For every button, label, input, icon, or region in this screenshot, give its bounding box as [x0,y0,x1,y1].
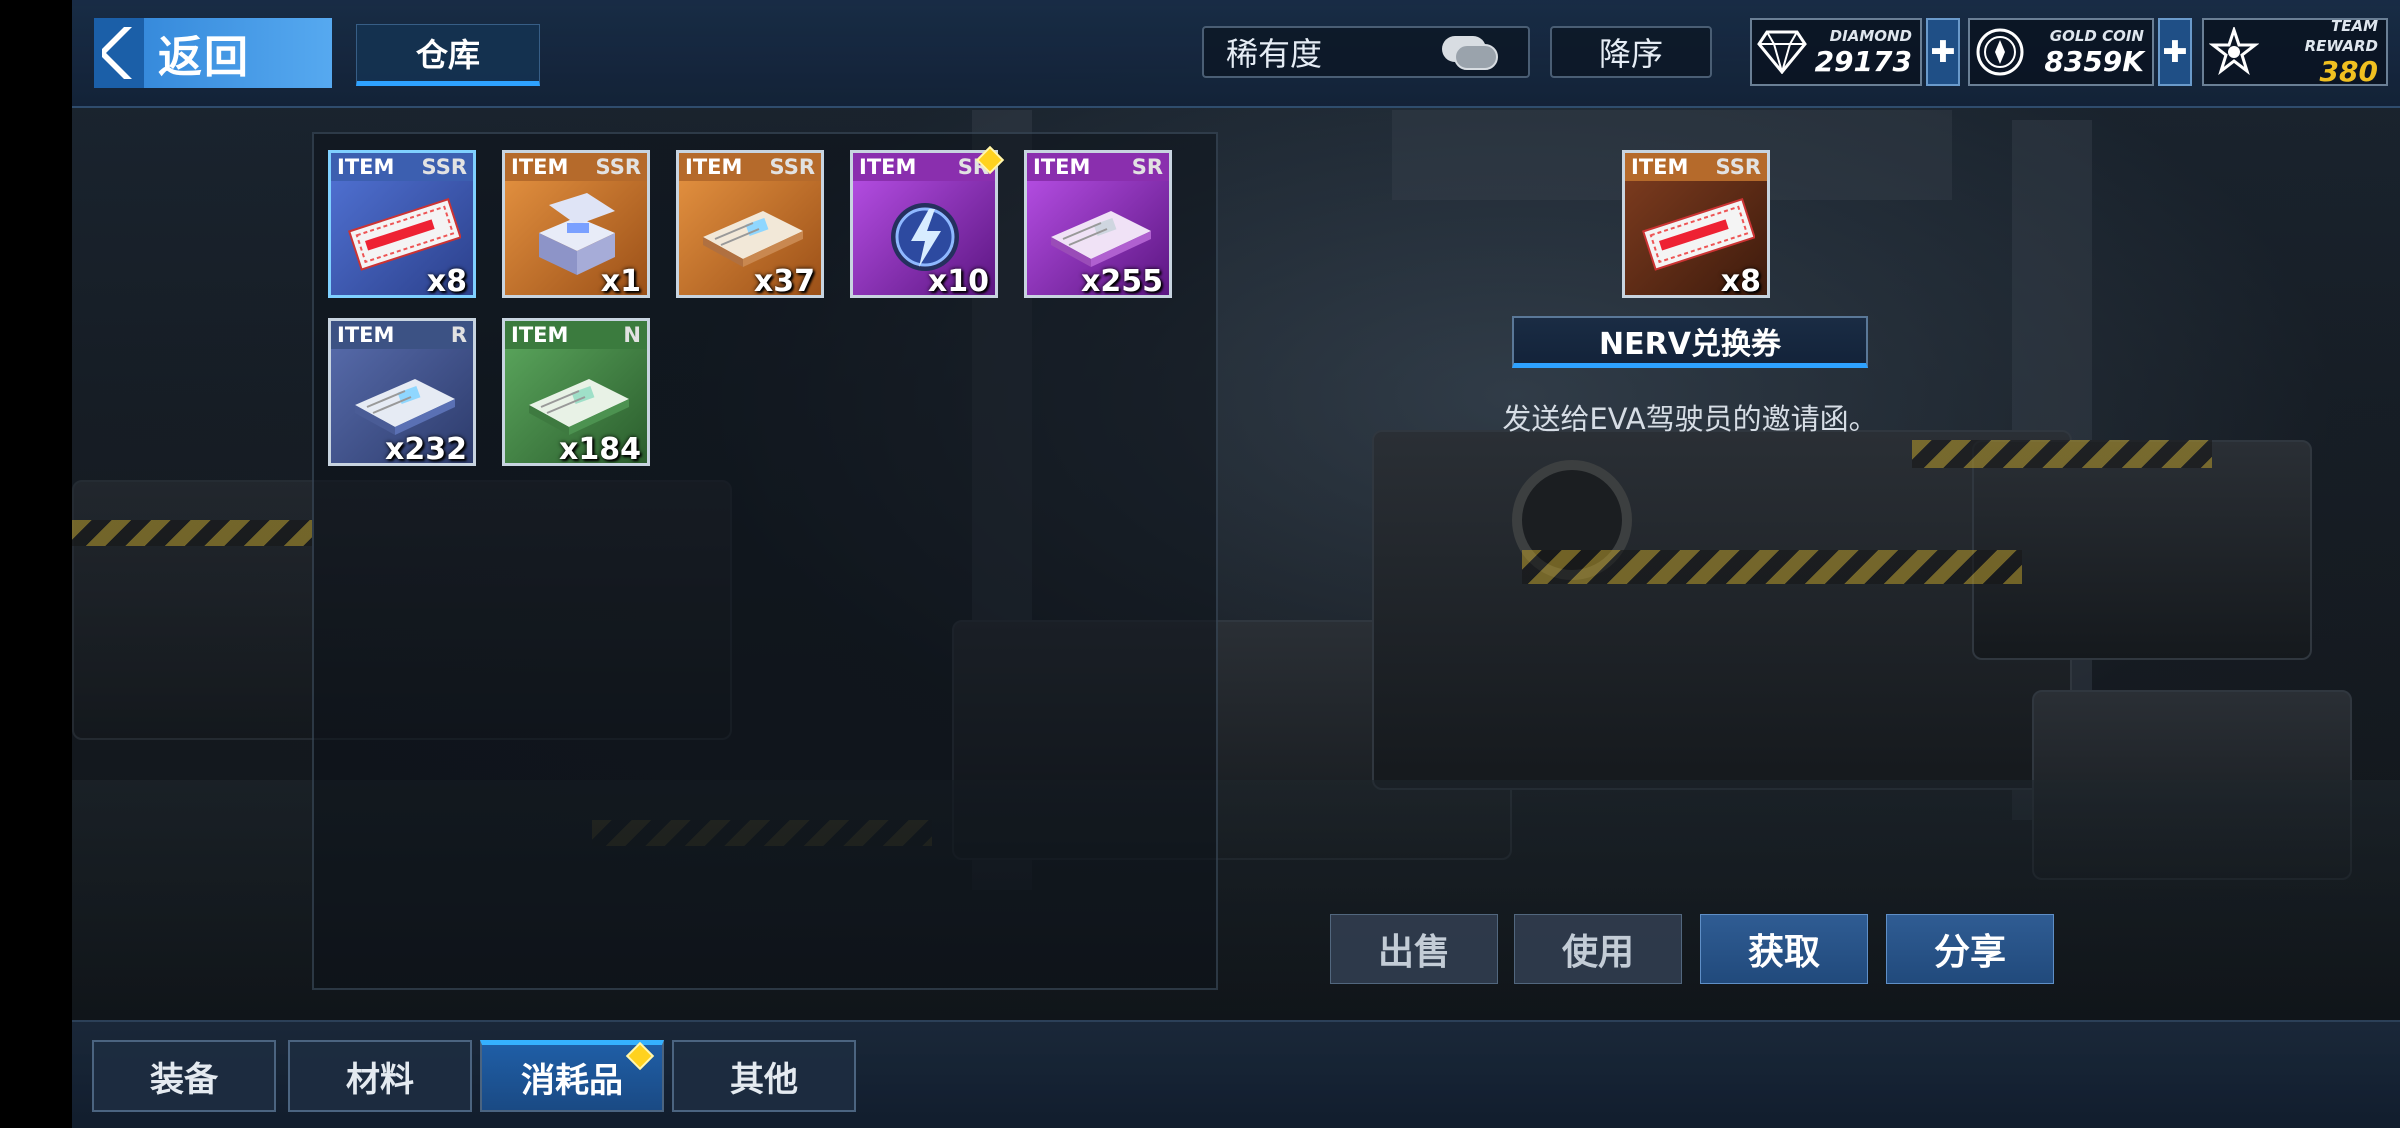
inventory-item-document-r[interactable]: ITEM R x232 [328,318,476,466]
inventory-item-energy[interactable]: ITEM SR x10 [850,150,998,298]
selected-item-description: 发送给EVA驾驶员的邀请函。 [1502,402,1878,436]
item-rarity: SR [1131,155,1163,179]
toggle-icon [1442,36,1498,70]
back-label: 返回 [158,32,250,83]
item-rarity: R [450,323,467,347]
share-button[interactable]: 分享 [1886,914,2054,984]
item-type: ITEM [859,155,917,179]
chevron-left-icon [94,18,144,88]
item-rarity: SSR [421,155,467,179]
item-quantity: x255 [1081,264,1163,298]
rarity-filter-button[interactable]: 稀有度 [1202,26,1530,78]
plus-icon: ✚ [1930,34,1956,70]
gold-coin-counter: GOLD COIN 8359K [1968,18,2154,86]
back-button[interactable]: 返回 [94,18,332,88]
inventory-item-box[interactable]: ITEM SSR x1 [502,150,650,298]
selected-item-name: NERV兑换券 [1512,316,1868,368]
team-reward-value: 380 [2319,55,2378,88]
selected-item-preview: ITEM SSR x8 [1622,150,1770,298]
gold-coin-value: 8359K [2044,45,2144,78]
tab-equipment[interactable]: 装备 [92,1040,276,1112]
diamond-value: 29173 [1814,45,1912,78]
item-quantity: x37 [753,264,815,298]
item-quantity: x184 [559,432,641,466]
item-rarity: SSR [595,155,641,179]
diamond-icon [1752,22,1812,82]
obtain-button[interactable]: 获取 [1700,914,1868,984]
item-type: ITEM [511,323,569,347]
inventory-item-nerv-ticket[interactable]: ITEM SSR x8 [328,150,476,298]
item-type: ITEM [685,155,743,179]
gold-coin-caption: GOLD COIN [2049,27,2144,45]
item-quantity: x1 [600,264,641,298]
team-reward-counter: TEAM REWARD 380 [2202,17,2388,88]
item-type: ITEM [1033,155,1091,179]
screen-left-edge [0,0,72,1128]
item-type: ITEM [511,155,569,179]
item-rarity: SSR [769,155,815,179]
team-reward-icon [2204,22,2264,82]
rarity-filter-label: 稀有度 [1226,35,1323,73]
item-type: ITEM [337,155,395,179]
use-button[interactable]: 使用 [1514,914,1682,984]
tab-materials[interactable]: 材料 [288,1040,472,1112]
item-quantity: x232 [385,432,467,466]
tab-other[interactable]: 其他 [672,1040,856,1112]
diamond-caption: DIAMOND [1829,27,1912,45]
item-type: ITEM [1631,155,1689,179]
add-gold-button[interactable]: ✚ [2158,18,2192,86]
item-quantity: x8 [426,264,467,298]
plus-icon: ✚ [2162,34,2188,70]
sort-order-button[interactable]: 降序 [1550,26,1712,78]
diamond-counter: DIAMOND 29173 [1750,18,1922,86]
gold-coin-icon [1970,22,2030,82]
inventory-item-document-sr[interactable]: ITEM SR x255 [1024,150,1172,298]
item-quantity: x8 [1720,264,1761,298]
item-quantity: x10 [927,264,989,298]
sell-button[interactable]: 出售 [1330,914,1498,984]
team-reward-caption: TEAM REWARD [2304,17,2378,55]
inventory-item-document-ssr[interactable]: ITEM SSR x37 [676,150,824,298]
item-rarity: SSR [1715,155,1761,179]
tab-warehouse[interactable]: 仓库 [356,24,540,86]
item-type: ITEM [337,323,395,347]
inventory-item-document-n[interactable]: ITEM N x184 [502,318,650,466]
add-diamond-button[interactable]: ✚ [1926,18,1960,86]
item-rarity: N [623,323,641,347]
